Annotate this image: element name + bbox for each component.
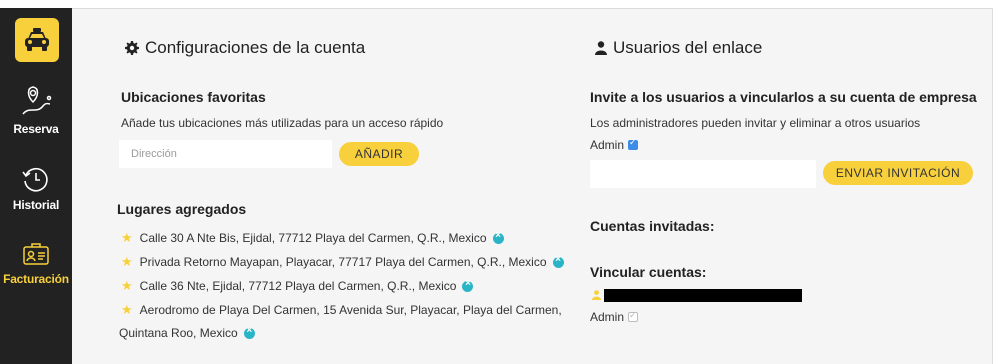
sidebar-item-label: Reserva (13, 122, 59, 136)
star-icon: ★ (121, 230, 133, 245)
sidebar-item-facturacion[interactable]: Facturación (0, 242, 72, 286)
invite-heading: Invite a los usuarios a vincularlos a su… (590, 89, 977, 105)
sidebar-item-label: Historial (12, 198, 60, 212)
star-icon: ★ (121, 302, 133, 317)
sidebar-item-historial[interactable]: Historial (0, 164, 72, 212)
link-accounts-heading: Vincular cuentas: (590, 264, 707, 280)
divider (992, 8, 993, 364)
list-item: ★ Calle 30 A Nte Bis, Ejidal, 77712 Play… (121, 230, 504, 246)
linked-admin-option[interactable]: Admin (590, 310, 639, 324)
added-places-heading: Lugares agregados (117, 201, 247, 217)
title-text: Usuarios del enlace (613, 38, 763, 57)
sidebar-item-label: Facturación (3, 272, 69, 286)
star-icon: ★ (121, 278, 133, 293)
taxi-icon (25, 28, 49, 51)
remove-icon[interactable] (243, 325, 255, 339)
star-icon: ★ (121, 254, 133, 269)
address-input[interactable] (119, 140, 332, 168)
account-settings-title: Configuraciones de la cuenta (125, 38, 365, 58)
admin-option[interactable]: Admin (590, 137, 639, 152)
invited-accounts-heading: Cuentas invitadas: (590, 218, 715, 234)
sidebar: Reserva Historial Facturación (0, 8, 72, 364)
list-item: ★ Aerodromo de Playa Del Carmen, 15 Aven… (121, 302, 562, 318)
place-address: Privada Retorno Mayapan, Playacar, 77717… (139, 255, 547, 269)
history-clock-icon (22, 168, 48, 192)
place-address: Calle 36 Nte, Ejidal, 77712 Playa del Ca… (139, 279, 457, 293)
list-item: ★ Calle 36 Nte, Ejidal, 77712 Playa del … (121, 278, 474, 294)
user-icon (595, 41, 607, 55)
linked-users-title: Usuarios del enlace (595, 38, 762, 58)
gear-icon (125, 41, 139, 55)
admin-label: Admin (590, 310, 625, 324)
list-item-continuation: Quintana Roo, Mexico (119, 325, 255, 340)
app-frame: Reserva Historial Facturación Configurac… (0, 0, 1000, 364)
place-address: Calle 30 A Nte Bis, Ejidal, 77712 Playa … (139, 231, 487, 245)
title-text: Configuraciones de la cuenta (145, 38, 366, 57)
user-icon (592, 290, 601, 300)
send-invitation-button[interactable]: ENVIAR INVITACIÓN (823, 161, 973, 185)
sidebar-item-reserva[interactable]: Reserva (0, 84, 72, 136)
admin-checkbox[interactable] (628, 310, 639, 322)
place-address: Quintana Roo, Mexico (119, 326, 238, 340)
favorites-description: Añade tus ubicaciones más utilizadas par… (121, 116, 444, 130)
list-item: ★ Privada Retorno Mayapan, Playacar, 777… (121, 254, 564, 270)
add-location-button[interactable]: AÑADIR (339, 142, 419, 166)
admin-checkbox[interactable] (628, 137, 639, 150)
redacted-account-name (604, 289, 802, 302)
place-address: Aerodromo de Playa Del Carmen, 15 Avenid… (139, 303, 562, 317)
remove-icon[interactable] (492, 230, 504, 244)
invite-email-input[interactable] (590, 160, 816, 188)
invite-description: Los administradores pueden invitar y eli… (590, 116, 921, 130)
admin-label: Admin (590, 138, 625, 152)
favorites-heading: Ubicaciones favoritas (121, 89, 266, 105)
invoice-card-icon (23, 243, 49, 265)
remove-icon[interactable] (552, 254, 564, 268)
remove-icon[interactable] (462, 278, 474, 292)
taxi-logo[interactable] (15, 18, 59, 62)
route-pin-icon (22, 86, 52, 115)
